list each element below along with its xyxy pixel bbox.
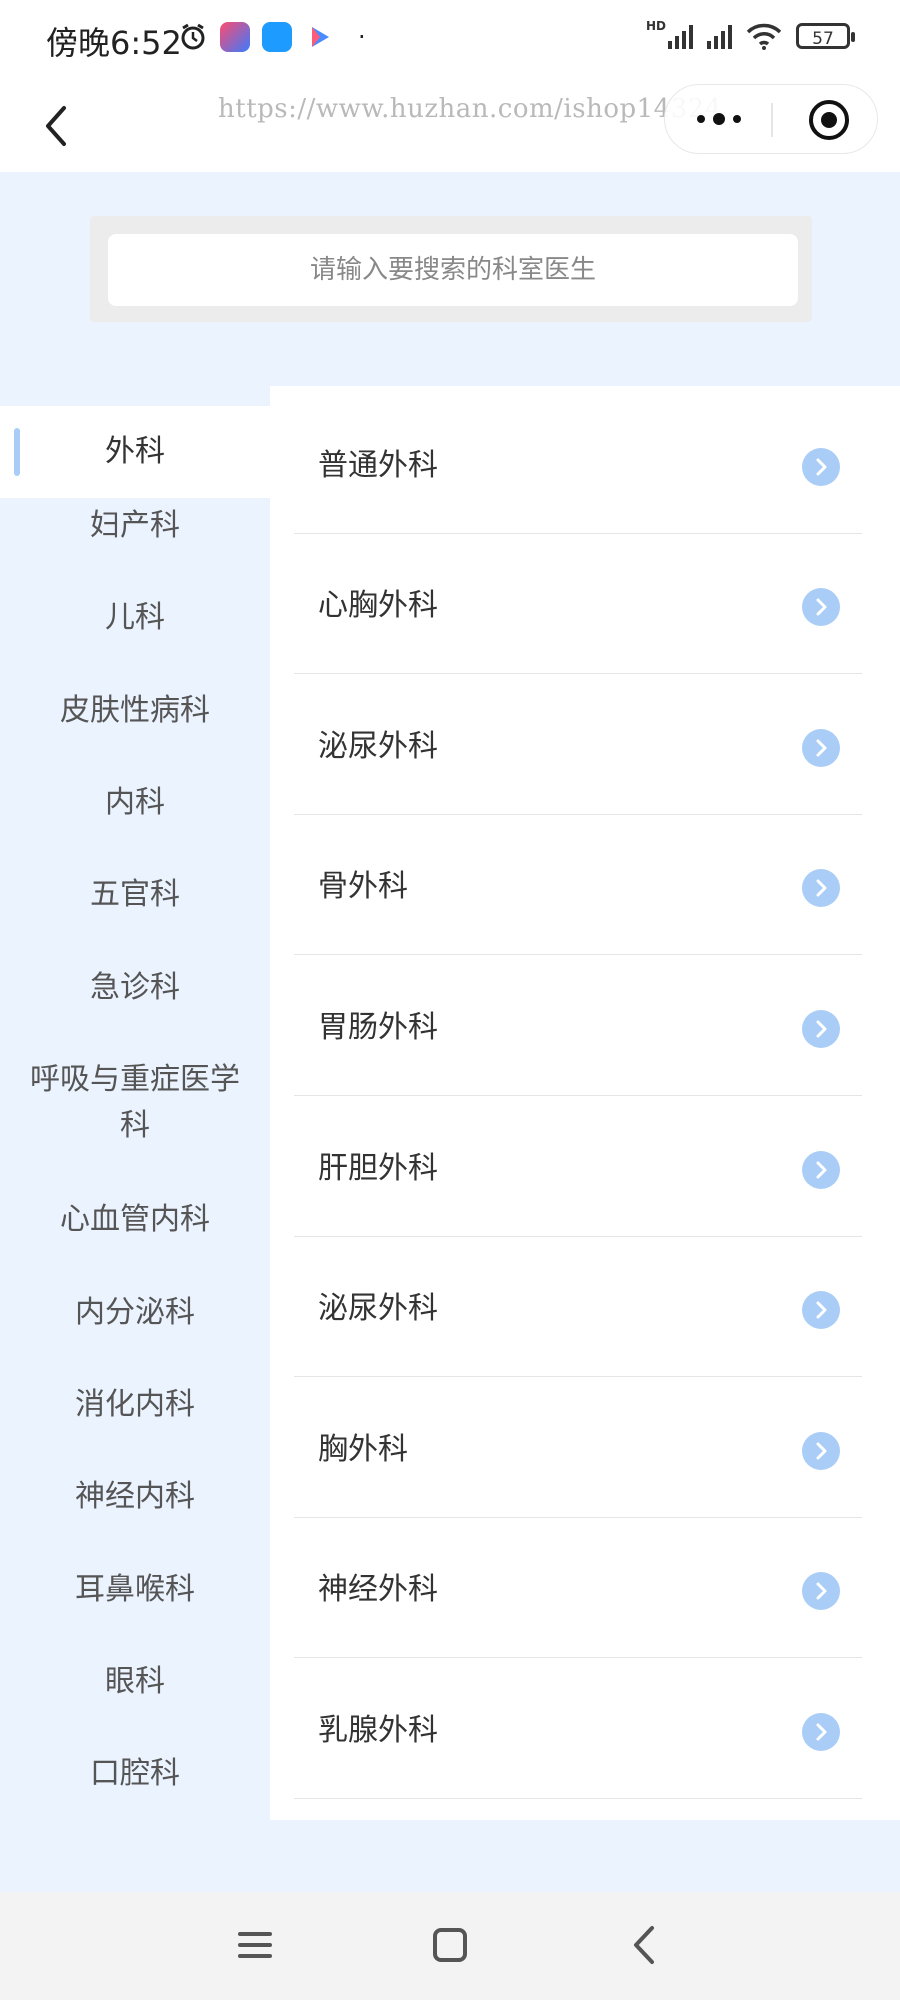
nav-bar: https://www.huzhan.com/ishop14324 [0, 80, 900, 172]
sidebar-item-label: 外科 [105, 434, 165, 469]
sidebar-item-label: 内科 [105, 785, 165, 820]
sidebar-item-surgery[interactable]: 外科 [0, 406, 270, 498]
more-icon[interactable] [695, 107, 743, 131]
chevron-right-icon [802, 1291, 840, 1329]
chevron-right-icon [802, 1432, 840, 1470]
sidebar-item-label: 消化内科 [75, 1387, 195, 1422]
sidebar-item-internal-medicine[interactable]: 内科 [0, 780, 270, 826]
sidebar-item-label: 五官科 [90, 877, 180, 912]
sidebar-item-pediatrics[interactable]: 儿科 [0, 595, 270, 641]
chevron-right-icon [802, 1151, 840, 1189]
sidebar-item-label: 眼科 [105, 1664, 165, 1699]
list-item[interactable]: 神经外科 [294, 1518, 862, 1658]
chevron-left-icon [46, 106, 66, 146]
chevron-right-icon [802, 588, 840, 626]
status-bar: 傍晚6:52 · HD 57 [0, 0, 900, 80]
sidebar-item-ophthalmology[interactable]: 眼科 [0, 1659, 270, 1705]
list-item-label: 普通外科 [318, 448, 438, 483]
sidebar-item-label: 呼吸与重症医学科 [30, 1062, 240, 1143]
list-item[interactable]: 乳腺外科 [294, 1659, 862, 1799]
sidebar-item-obstetrics[interactable]: 妇产科 [0, 503, 270, 549]
sidebar-item-stomatology[interactable]: 口腔科 [0, 1751, 270, 1797]
list-item[interactable]: 普通外科 [294, 394, 862, 534]
sidebar-item-cardiology[interactable]: 心血管内科 [0, 1197, 270, 1243]
sidebar-item-label: 儿科 [105, 600, 165, 635]
sidebar-item-label: 耳鼻喉科 [75, 1572, 195, 1607]
battery-icon: 57 [796, 23, 855, 49]
sidebar-item-gastroenterology[interactable]: 消化内科 [0, 1382, 270, 1428]
sidebar-item-label: 口腔科 [90, 1756, 180, 1791]
list-item[interactable]: 胸外科 [294, 1378, 862, 1518]
chat-app-icon [262, 22, 292, 52]
system-status: HD 57 [645, 19, 855, 50]
sidebar-item-respiratory[interactable]: 呼吸与重症医学科 [0, 1057, 270, 1149]
chevron-right-icon [802, 1010, 840, 1048]
sidebar-item-emergency[interactable]: 急诊科 [0, 965, 270, 1011]
list-item[interactable]: 泌尿外科 [294, 1237, 862, 1377]
list-item[interactable]: 骨外科 [294, 815, 862, 955]
category-sidebar: 外科 妇产科 儿科 皮肤性病科 内科 五官科 急诊科 呼吸与重症医学科 心血管内… [0, 386, 270, 1820]
list-item-label: 泌尿外科 [318, 1291, 438, 1326]
active-indicator [14, 428, 20, 476]
system-nav-bar [0, 1892, 900, 2000]
notification-icons: · [178, 22, 366, 52]
list-item-label: 泌尿外科 [318, 729, 438, 764]
chevron-right-icon [802, 1572, 840, 1610]
chevron-right-icon [802, 869, 840, 907]
search-box [90, 216, 812, 322]
status-time: 傍晚6:52 [46, 24, 182, 62]
chevron-right-icon [802, 729, 840, 767]
play-app-icon [312, 27, 329, 47]
alarm-icon [181, 23, 205, 50]
department-list: 普通外科 心胸外科 泌尿外科 骨外科 胃肠外科 肝胆外科 泌尿外科 胸外科 神经… [270, 386, 900, 1820]
list-item-label: 心胸外科 [318, 588, 438, 623]
list-item-label: 胸外科 [318, 1432, 408, 1467]
page-url: https://www.huzhan.com/ishop14324 [218, 94, 722, 124]
home-icon[interactable] [425, 1920, 475, 1970]
app-notification-icon [220, 22, 250, 52]
sidebar-item-label: 急诊科 [90, 970, 180, 1005]
sidebar-item-dermatology[interactable]: 皮肤性病科 [0, 688, 270, 734]
sidebar-item-label: 妇产科 [90, 508, 180, 543]
signal-icon-2 [707, 23, 732, 49]
sidebar-item-label: 内分泌科 [75, 1295, 195, 1330]
list-item-label: 胃肠外科 [318, 1010, 438, 1045]
capsule-divider [771, 103, 773, 137]
list-item-label: 神经外科 [318, 1572, 438, 1607]
back-icon[interactable] [620, 1920, 670, 1970]
back-button[interactable] [30, 98, 86, 154]
wifi-icon [746, 23, 782, 50]
mini-program-capsule [664, 84, 878, 154]
sidebar-item-label: 心血管内科 [60, 1202, 210, 1237]
list-item[interactable]: 心胸外科 [294, 534, 862, 674]
sidebar-item-label: 神经内科 [75, 1479, 195, 1514]
close-mini-program-icon[interactable] [807, 98, 851, 142]
signal-icon [668, 23, 693, 49]
menu-icon[interactable] [230, 1920, 280, 1970]
sidebar-item-neurology[interactable]: 神经内科 [0, 1474, 270, 1520]
list-item-label: 肝胆外科 [318, 1151, 438, 1186]
list-item[interactable]: 胃肠外科 [294, 956, 862, 1096]
sidebar-item-label: 皮肤性病科 [60, 693, 210, 728]
battery-level: 57 [812, 29, 834, 49]
search-input[interactable] [108, 234, 798, 306]
search-section [0, 172, 900, 386]
dot-icon: · [358, 23, 366, 51]
sidebar-item-endocrinology[interactable]: 内分泌科 [0, 1290, 270, 1336]
list-item[interactable]: 肝胆外科 [294, 1097, 862, 1237]
list-item-label: 乳腺外科 [318, 1713, 438, 1748]
sidebar-item-ent-general[interactable]: 五官科 [0, 872, 270, 918]
sidebar-item-ent[interactable]: 耳鼻喉科 [0, 1567, 270, 1613]
chevron-right-icon [802, 448, 840, 486]
chevron-right-icon [802, 1713, 840, 1751]
hd-label: HD [645, 19, 666, 33]
list-item-label: 骨外科 [318, 869, 408, 904]
list-item[interactable]: 泌尿外科 [294, 675, 862, 815]
